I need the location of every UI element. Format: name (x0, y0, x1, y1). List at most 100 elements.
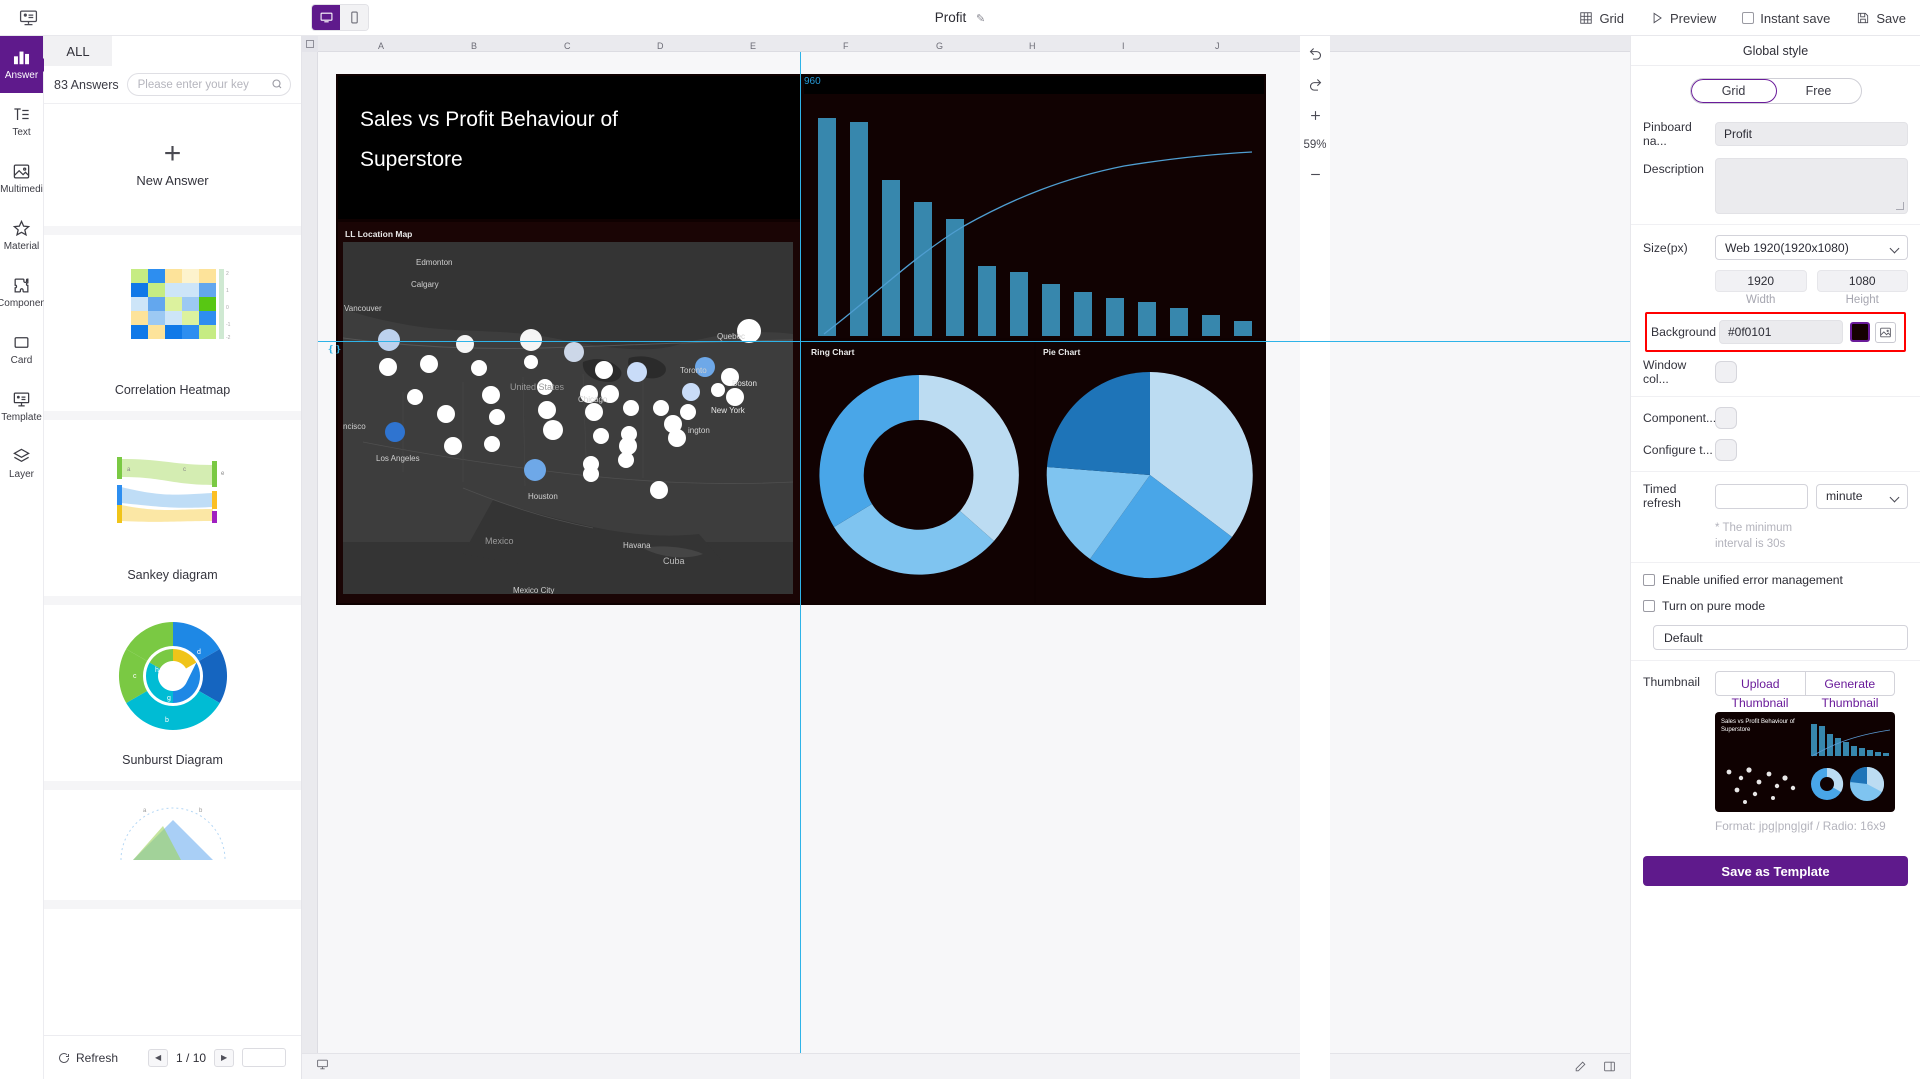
canvas-scroll[interactable]: Sales vs Profit Behaviour of Superstore … (318, 52, 1630, 1053)
map-widget[interactable]: LL Location Map Edmonton Calgary Vancouv… (338, 222, 801, 603)
checkbox-icon[interactable] (1742, 12, 1755, 24)
save-button[interactable]: Save (1856, 11, 1906, 26)
height-input[interactable]: 1080 (1816, 270, 1908, 292)
new-answer-button[interactable]: + New Answer (136, 104, 208, 226)
thumbnail-format-hint: Format: jpg|png|gif / Radio: 16x9 (1715, 819, 1886, 833)
list-item[interactable]: a c e Sankey diagram (44, 420, 301, 605)
redo-button[interactable] (1308, 77, 1323, 92)
timed-refresh-label: Timed refresh (1643, 482, 1681, 510)
configure-toggle[interactable] (1715, 439, 1737, 461)
refresh-button[interactable]: Refresh (58, 1051, 118, 1065)
window-color-toggle[interactable] (1715, 361, 1737, 383)
timed-refresh-unit-select[interactable]: minute (1816, 483, 1908, 509)
search-input[interactable] (126, 73, 291, 96)
refresh-label: Refresh (76, 1050, 119, 1065)
answers-panel: ALL 83 Answers + New Answer (44, 36, 302, 1079)
edit-pencil-icon[interactable]: ✎ (976, 12, 985, 25)
sidebar-item-text[interactable]: Text (0, 93, 43, 150)
new-answer-card[interactable]: + New Answer (44, 104, 301, 235)
sidebar-item-card[interactable]: Card (0, 321, 43, 378)
generate-thumbnail-button[interactable]: Generate (1804, 672, 1895, 695)
sidebar-item-layer[interactable]: Layer (0, 435, 43, 492)
zoom-out-button[interactable] (1308, 167, 1323, 182)
checkbox-icon[interactable] (1643, 574, 1655, 586)
upload-thumbnail-button[interactable]: Upload (1716, 672, 1805, 695)
background-color-swatch[interactable] (1850, 322, 1870, 342)
thumbnail-label: Thumbnail (1643, 675, 1700, 689)
search-box[interactable] (126, 73, 291, 96)
guide-label: 960 (804, 76, 821, 87)
prev-page-button[interactable]: ◀ (148, 1048, 169, 1067)
tab-all[interactable]: ALL (44, 36, 112, 66)
grid-button[interactable]: Grid (1579, 11, 1624, 26)
thumbnail-preview[interactable]: Sales vs Profit Behaviour of Superstore (1715, 712, 1895, 812)
sidebar-item-multimedia[interactable]: Multimedi (0, 150, 43, 207)
sidebar-label: Card (10, 355, 33, 366)
guide-vertical[interactable] (800, 52, 801, 1053)
image-icon (1880, 327, 1891, 337)
pencil-icon[interactable] (1574, 1060, 1587, 1073)
image-icon (13, 164, 30, 179)
preview-button[interactable]: Preview (1650, 11, 1716, 26)
background-input[interactable]: #0f0101 (1719, 320, 1843, 344)
layout-icon[interactable] (1603, 1060, 1616, 1073)
dashboard-board[interactable]: Sales vs Profit Behaviour of Superstore … (336, 74, 1266, 605)
sidebar-item-template[interactable]: Template (0, 378, 43, 435)
mode-grid-button[interactable]: Grid (1690, 79, 1777, 103)
svg-text:-2: -2 (226, 335, 231, 341)
list-item[interactable]: c h d g b Sunburst Diagram (44, 605, 301, 790)
sidebar-item-component[interactable]: Componen (0, 264, 46, 321)
description-textarea[interactable] (1715, 158, 1908, 214)
default-select[interactable]: Default (1653, 625, 1908, 650)
background-image-button[interactable] (1875, 321, 1896, 343)
timed-refresh-input[interactable] (1715, 483, 1808, 509)
panel-heading: Global style (1631, 36, 1920, 66)
list-item[interactable]: 2 1 0 -1 -2 Correlation Heatmap (44, 235, 301, 420)
card-icon (14, 337, 29, 348)
undo-button[interactable] (1308, 46, 1323, 61)
thumbnail-row: Thumbnail Upload Generate Thumbnail Thum… (1643, 671, 1908, 834)
grid-icon (1580, 12, 1593, 24)
answers-panel-header: 83 Answers (44, 66, 301, 104)
size-select[interactable]: Web 1920(1920x1080) (1715, 235, 1908, 260)
top-bar-actions: Grid Preview Instant save Save (1579, 0, 1906, 36)
svg-text:h: h (155, 667, 159, 674)
layout-mode-segment[interactable]: Grid Free (1689, 78, 1862, 104)
next-page-button[interactable]: ▶ (214, 1048, 235, 1067)
ruler-corner[interactable] (302, 36, 318, 52)
guide-horizontal[interactable] (318, 341, 1630, 342)
thumbnail-button-sublabels: Thumbnail Thumbnail (1715, 696, 1895, 710)
sidebar-item-material[interactable]: Material (0, 207, 43, 264)
pinboard-name-input[interactable]: Profit (1715, 122, 1908, 146)
ring-widget[interactable]: Ring Chart (804, 340, 1034, 603)
left-icon-rail: Answer Text Multimedi Material Componen … (0, 36, 46, 1079)
answers-panel-footer: Refresh ◀ 1 / 10 ▶ (44, 1035, 301, 1079)
instant-save-checkbox[interactable]: Instant save (1742, 11, 1830, 26)
map-label: Houston (528, 492, 558, 501)
answers-list[interactable]: + New Answer 2 1 0 -1 -2 Correlation Hea… (44, 104, 301, 1035)
pareto-widget[interactable]: Pareto Chart (804, 76, 1264, 338)
canvas-template-icon[interactable] (316, 1058, 329, 1076)
pinboard-name-row: Pinboard na... Profit (1643, 120, 1908, 148)
board-title-widget[interactable]: Sales vs Profit Behaviour of Superstore (338, 76, 801, 219)
map-label: Vancouver (344, 304, 382, 313)
checkbox-icon[interactable] (1643, 600, 1655, 612)
save-as-template-button[interactable]: Save as Template (1643, 856, 1908, 886)
thumbnail-heatmap: 2 1 0 -1 -2 (44, 235, 301, 377)
mode-free-button[interactable]: Free (1777, 79, 1861, 103)
page-jump-input[interactable] (242, 1048, 287, 1067)
refresh-section: Timed refresh minute * The minimum inter… (1631, 472, 1920, 563)
pure-mode-checkbox-row[interactable]: Turn on pure mode (1643, 599, 1908, 613)
sidebar-item-answer[interactable]: Answer (0, 36, 43, 93)
list-item[interactable]: a b (44, 790, 301, 909)
pure-mode-label: Turn on pure mode (1662, 599, 1766, 613)
zoom-in-button[interactable] (1308, 108, 1323, 123)
width-input[interactable]: 1920 (1715, 270, 1807, 292)
puzzle-icon (14, 278, 29, 293)
component-toggle[interactable] (1715, 407, 1737, 429)
pie-widget[interactable]: Pie Chart (1036, 340, 1264, 603)
error-management-checkbox-row[interactable]: Enable unified error management (1643, 573, 1908, 587)
guide-handle-icon[interactable]: ❴❵ (327, 344, 342, 355)
canvas-area[interactable]: A B C D E F G H I J Sales vs Profit Beha… (302, 36, 1630, 1079)
location-map[interactable]: Edmonton Calgary Vancouver Quebec Toront… (343, 242, 793, 594)
